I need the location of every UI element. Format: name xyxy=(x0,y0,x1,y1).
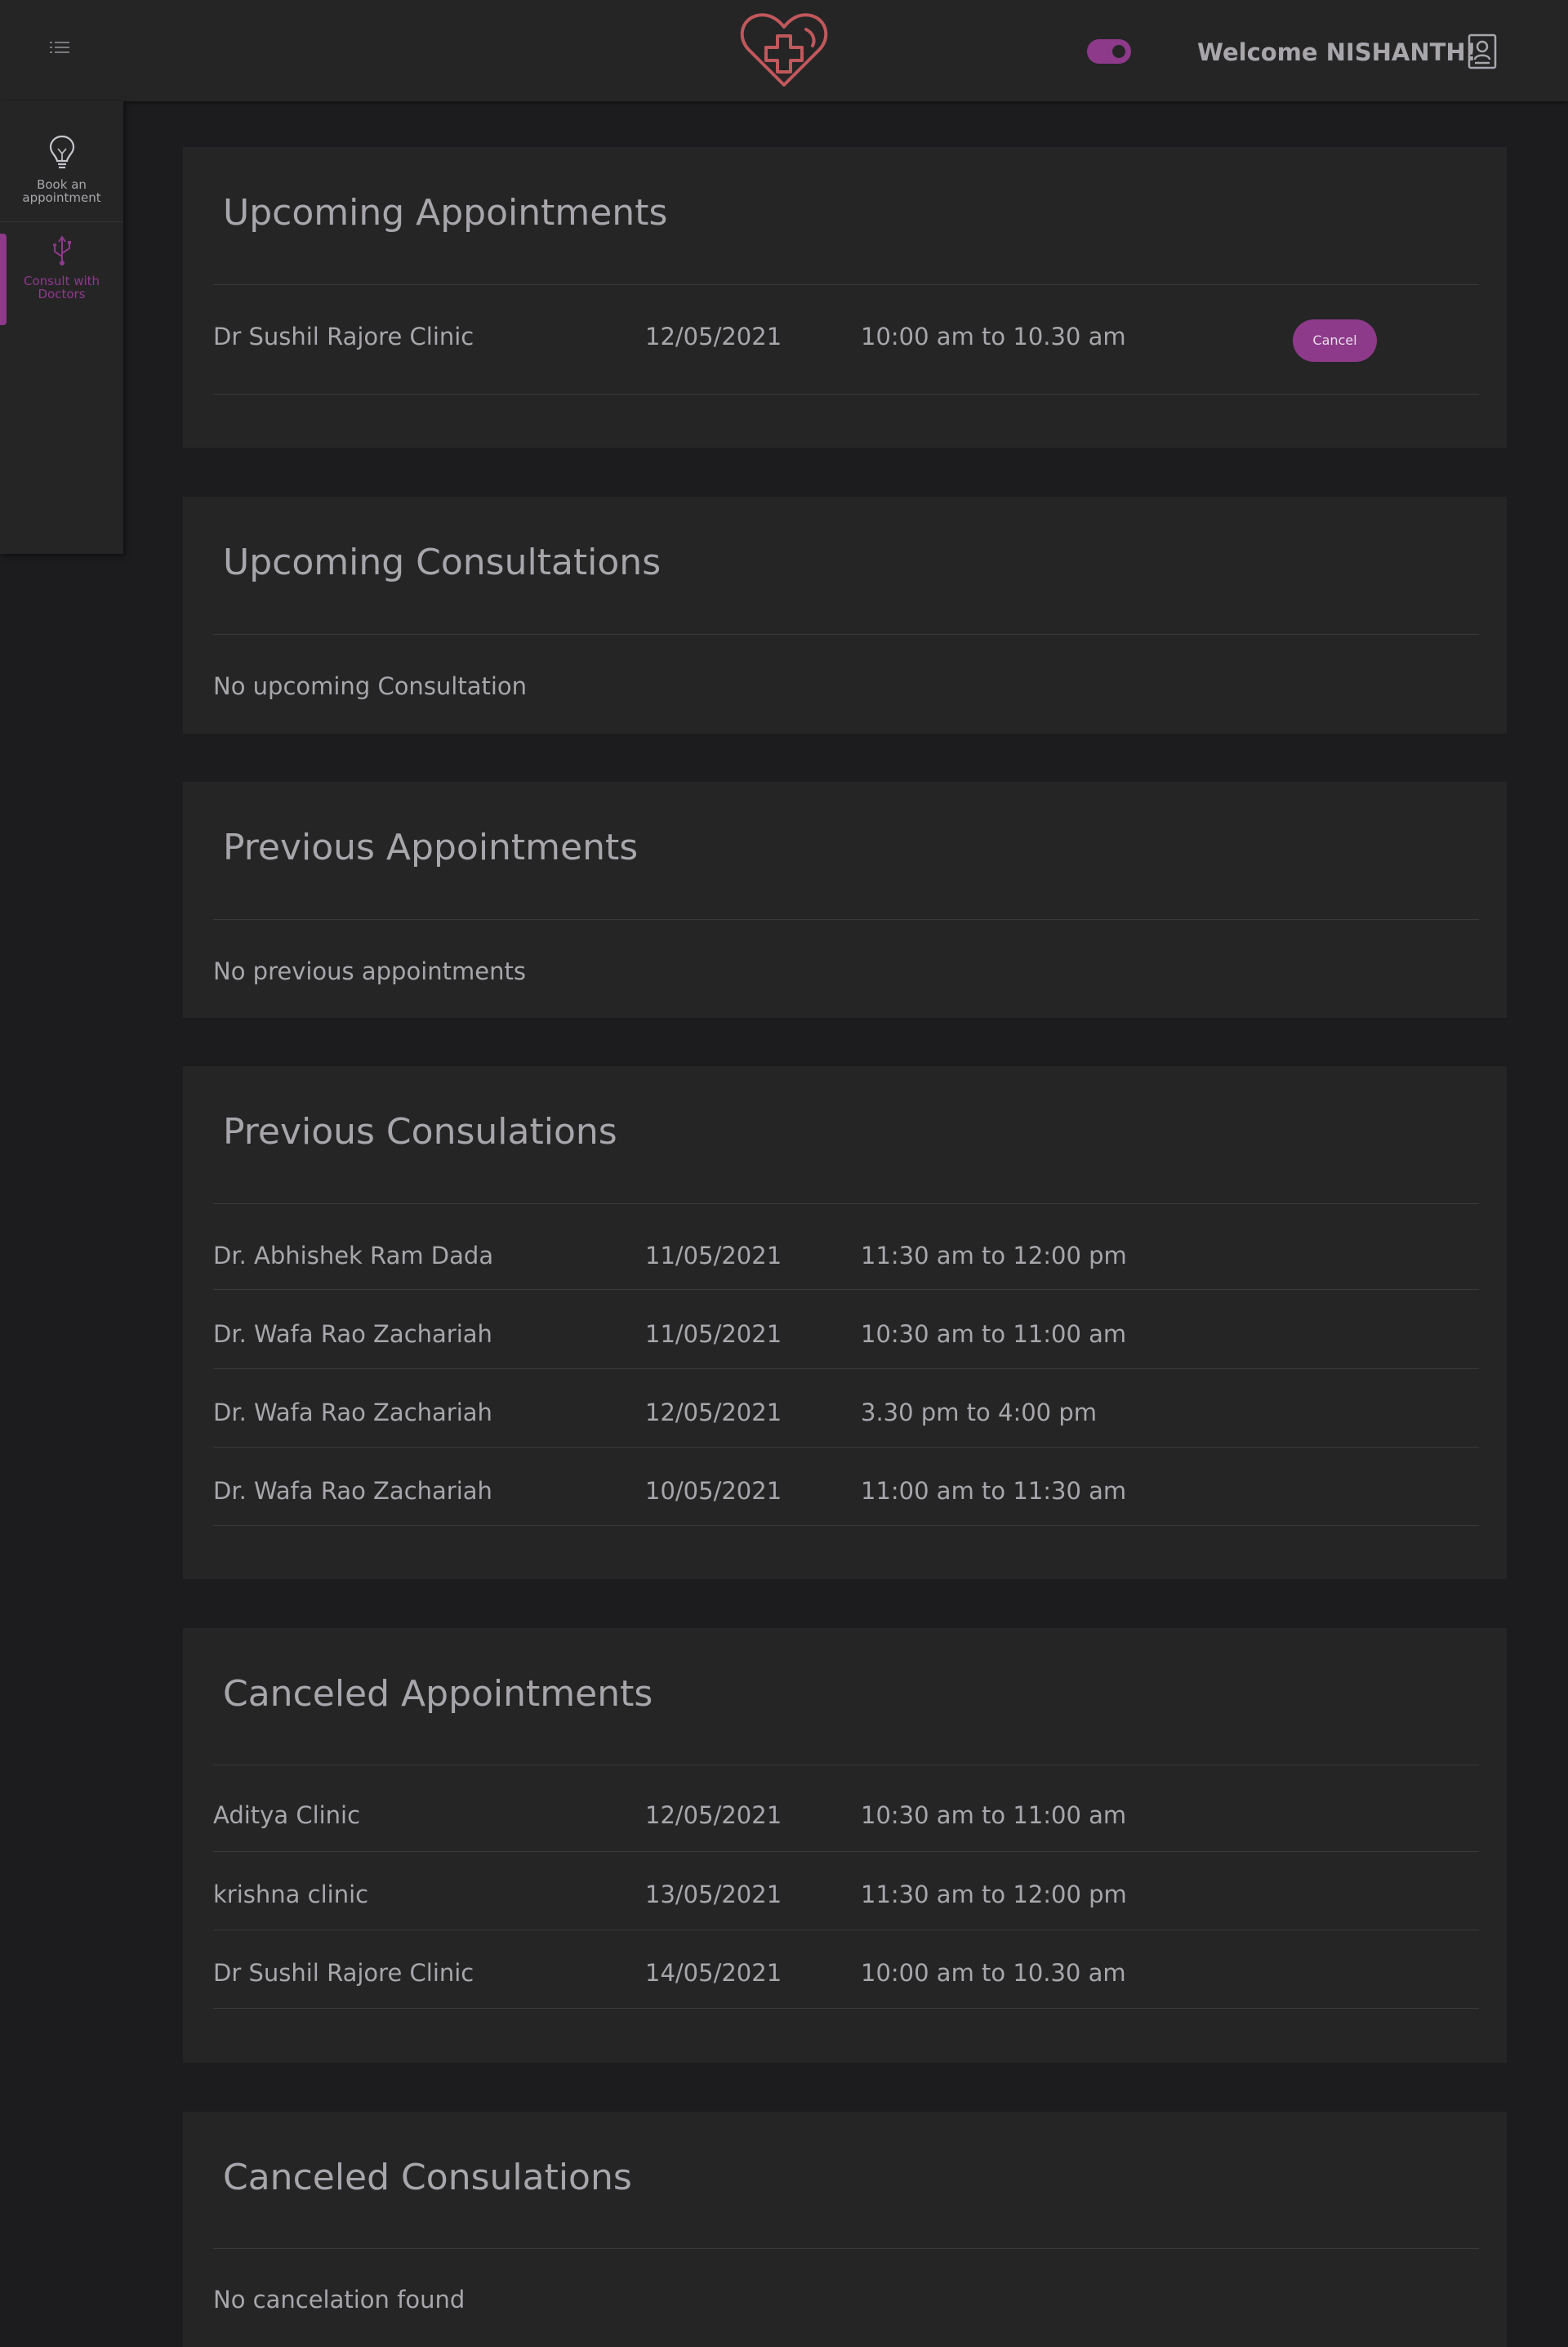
usb-icon xyxy=(0,235,123,270)
menu-list-icon[interactable] xyxy=(47,38,74,57)
divider xyxy=(213,919,1479,920)
canceled-consultations-card: Canceled Consulations No cancelation fou… xyxy=(183,2112,1507,2347)
top-navbar: Welcome NISHANTH! xyxy=(0,0,1568,101)
consultation-time: 3.30 pm to 4:00 pm xyxy=(861,1399,1097,1426)
empty-state-text: No cancelation found xyxy=(213,2286,466,2314)
appointment-time: 10:00 am to 10.30 am xyxy=(861,1959,1126,1987)
sidebar-item-label: Book an appointment xyxy=(22,177,101,205)
doctor-name: Dr. Abhishek Ram Dada xyxy=(213,1242,494,1269)
divider xyxy=(213,1851,1479,1852)
consultation-date: 12/05/2021 xyxy=(645,1399,782,1426)
previous-consultations-card: Previous Consulations Dr. Abhishek Ram D… xyxy=(183,1066,1507,1579)
consultation-time: 11:00 am to 11:30 am xyxy=(861,1477,1127,1505)
sidebar-item-label: Consult with Doctors xyxy=(23,274,100,301)
consultation-date: 11/05/2021 xyxy=(645,1242,782,1269)
appointment-date: 14/05/2021 xyxy=(645,1959,782,1987)
divider xyxy=(213,1368,1479,1369)
appointment-date: 12/05/2021 xyxy=(645,323,782,350)
sidebar: Book an appointment Consult with Doctors xyxy=(0,101,123,554)
consultation-time: 11:30 am to 12:00 pm xyxy=(861,1242,1127,1269)
heart-plus-logo xyxy=(739,10,829,90)
divider xyxy=(213,394,1479,395)
previous-appointments-card: Previous Appointments No previous appoin… xyxy=(183,782,1507,1018)
cancel-button[interactable]: Cancel xyxy=(1293,319,1377,362)
empty-state-text: No previous appointments xyxy=(213,957,526,985)
section-title: Canceled Consulations xyxy=(223,2157,632,2198)
upcoming-consultations-card: Upcoming Consultations No upcoming Consu… xyxy=(183,497,1507,734)
clinic-name: Dr Sushil Rajore Clinic xyxy=(213,1959,474,1987)
upcoming-appointments-card: Upcoming Appointments Dr Sushil Rajore C… xyxy=(183,147,1507,448)
clinic-name: Aditya Clinic xyxy=(213,1801,361,1829)
doctor-name: Dr. Wafa Rao Zachariah xyxy=(213,1320,492,1348)
appointment-date: 13/05/2021 xyxy=(645,1881,782,1908)
divider xyxy=(213,2008,1479,2009)
doctor-name: Dr. Wafa Rao Zachariah xyxy=(213,1477,492,1505)
welcome-text: Welcome NISHANTH! xyxy=(1197,38,1477,66)
toggle-knob xyxy=(1112,45,1125,58)
appointment-date: 12/05/2021 xyxy=(645,1801,782,1829)
doctor-name: Dr. Wafa Rao Zachariah xyxy=(213,1399,492,1426)
appointment-time: 11:30 am to 12:00 pm xyxy=(861,1881,1127,1908)
clinic-name: Dr Sushil Rajore Clinic xyxy=(213,323,474,350)
section-title: Upcoming Consultations xyxy=(223,542,662,583)
consultation-date: 11/05/2021 xyxy=(645,1320,782,1348)
user-profile-icon[interactable] xyxy=(1467,33,1498,70)
sidebar-item-consult-doctors[interactable]: Consult with Doctors xyxy=(0,235,123,325)
empty-state-text: No upcoming Consultation xyxy=(213,672,528,700)
sidebar-item-book-appointment[interactable]: Book an appointment xyxy=(0,134,123,222)
lightbulb-icon xyxy=(0,134,123,173)
divider xyxy=(213,284,1479,285)
clinic-name: krishna clinic xyxy=(213,1881,369,1908)
divider xyxy=(213,1525,1479,1526)
divider xyxy=(213,1447,1479,1448)
divider xyxy=(213,634,1479,635)
section-title: Previous Appointments xyxy=(223,827,639,868)
section-title: Previous Consulations xyxy=(223,1111,617,1153)
divider xyxy=(213,1289,1479,1290)
divider xyxy=(213,2248,1479,2249)
canceled-appointments-card: Canceled Appointments Aditya Clinic 12/0… xyxy=(183,1628,1507,2063)
divider xyxy=(213,1203,1479,1204)
section-title: Upcoming Appointments xyxy=(223,192,668,234)
section-title: Canceled Appointments xyxy=(223,1673,653,1715)
theme-toggle[interactable] xyxy=(1087,39,1131,64)
consultation-time: 10:30 am to 11:00 am xyxy=(861,1320,1127,1348)
consultation-date: 10/05/2021 xyxy=(645,1477,782,1505)
appointment-time: 10:30 am to 11:00 am xyxy=(861,1801,1127,1829)
appointment-time: 10:00 am to 10.30 am xyxy=(861,323,1126,350)
